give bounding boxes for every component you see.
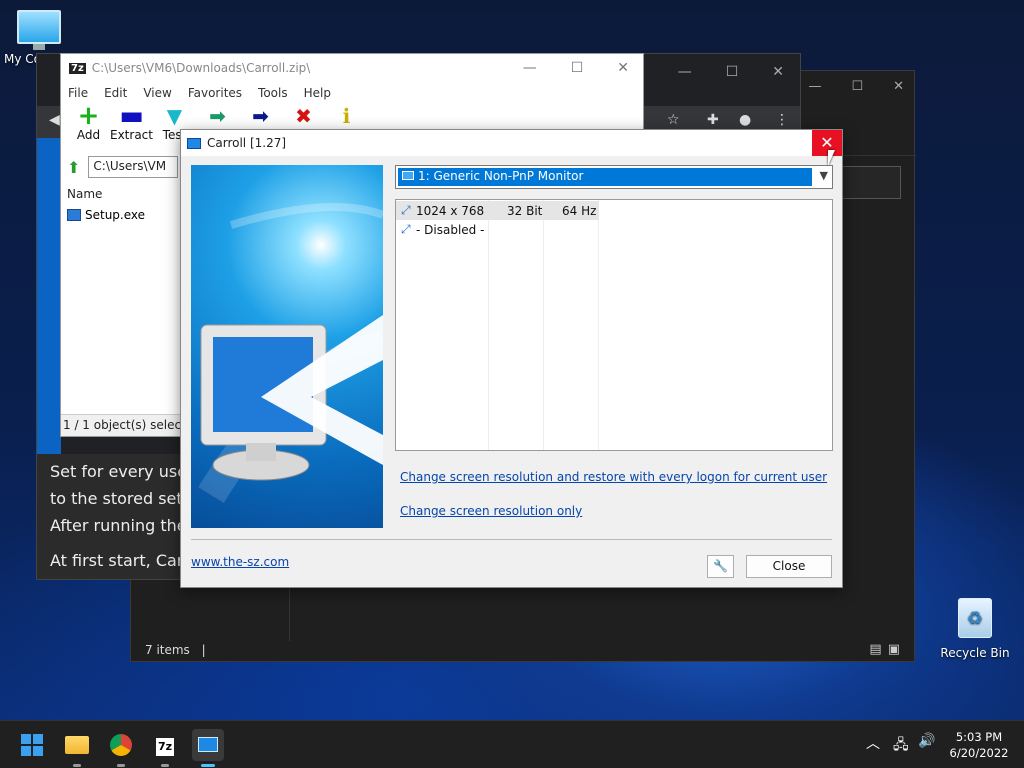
content-line: At first start, Carro [50,551,200,570]
monitor-select[interactable]: 1: Generic Non-PnP Monitor ▼ [395,165,833,189]
sevenzip-icon: 7z [155,738,175,756]
x-icon: ✖ [295,104,312,128]
carroll-dialog[interactable]: Carroll [1.27] ✕ 1: Generic Non-PnP Moni… [180,129,843,588]
window-title: Carroll [1.27] [207,136,287,150]
divider [191,539,832,540]
menu-view[interactable]: View [143,86,171,100]
monitor-icon [402,171,414,180]
clock[interactable]: 5:03 PM 6/20/2022 [944,729,1014,761]
profile-icon[interactable]: ● [739,112,751,128]
close-button[interactable]: Close [746,555,832,578]
close-icon[interactable]: ✕ [893,79,904,94]
arrow-right-blue-icon: ➡ [252,104,269,128]
menu-help[interactable]: Help [304,86,331,100]
view-toggle[interactable]: ▤▣ [869,642,906,657]
list-item[interactable]: ⤢ 1024 x 768 32 Bit 64 Hz [396,201,599,220]
volume-icon[interactable]: 🔊 [918,733,935,749]
check-icon: ▼ [166,104,183,128]
menu-edit[interactable]: Edit [104,86,127,100]
window-title: C:\Users\VM6\Downloads\Carroll.zip\ [91,61,311,75]
website-link[interactable]: www.the-sz.com [191,555,289,569]
taskbar-file-explorer[interactable] [61,729,93,767]
desktop-icon-label: Recycle Bin [940,646,1010,660]
carroll-monitor-icon [198,737,218,752]
carroll-app-icon [187,137,201,149]
column-header-name[interactable]: Name [67,187,102,201]
recycle-bin-icon: ♻ [958,598,992,638]
close-icon[interactable]: ✕ [772,64,784,80]
desktop-icon-recycle-bin[interactable]: ♻ Recycle Bin [940,598,1010,660]
list-item[interactable]: ⤢ - Disabled - [396,220,599,239]
monitor-banner-image [191,165,383,528]
resolution-list[interactable]: ⤢ 1024 x 768 32 Bit 64 Hz ⤢ - Disabled - [395,199,833,451]
sevenzip-logo-icon: 7z [69,62,86,74]
close-icon[interactable]: ✕ [812,130,842,156]
close-icon[interactable]: ✕ [617,60,629,76]
taskbar-chrome[interactable] [105,729,137,767]
title-bar: Carroll [1.27] [181,130,842,156]
minimize-icon[interactable]: — [808,79,821,94]
path-bar: ⬆ C:\Users\VM [67,156,179,178]
exe-file-icon [67,209,81,221]
mouse-cursor-icon [828,150,835,166]
taskbar-7zip[interactable]: 7z [149,729,181,767]
content-line: Set for every user [50,462,194,481]
folder-icon [65,736,89,754]
menu-file[interactable]: File [68,86,88,100]
clock-time: 5:03 PM [955,730,1003,744]
maximize-icon[interactable]: ☐ [851,79,863,94]
extract-button[interactable]: ▬ Extract [110,101,153,150]
menu-bar: File Edit View Favorites Tools Help [61,82,643,104]
folder-up-icon[interactable]: ⬆ [67,158,80,177]
chevron-down-icon[interactable]: ▼ [820,169,828,182]
maximize-icon[interactable]: ☐ [726,64,739,80]
link-change-and-restore[interactable]: Change screen resolution and restore wit… [400,470,827,484]
chrome-icon [110,734,132,756]
plus-icon: + [77,101,100,131]
taskbar: 7z ︿ 🖧 🔊 5:03 PM 6/20/2022 [0,720,1024,768]
menu-favorites[interactable]: Favorites [188,86,242,100]
tray-chevron-up-icon[interactable]: ︿ [866,733,880,753]
clock-date: 6/20/2022 [949,746,1009,760]
resize-icon: ⤢ [401,222,411,236]
menu-dots-icon[interactable]: ⋮ [775,112,789,128]
taskbar-carroll[interactable] [192,729,224,767]
add-button[interactable]: + Add [67,101,110,150]
list-item[interactable]: Setup.exe [67,208,145,222]
network-icon[interactable]: 🖧 [893,734,909,758]
minimize-icon[interactable]: — [523,60,537,76]
maximize-icon[interactable]: ☐ [571,60,584,76]
info-icon: ℹ [342,104,351,128]
wrench-icon: 🔧 [713,559,728,573]
link-change-only[interactable]: Change screen resolution only [400,504,582,518]
extensions-icon[interactable]: ✚ [707,112,719,128]
arrow-right-green-icon: ➡ [209,104,226,128]
back-icon[interactable]: ◀ [49,112,60,128]
path-input[interactable]: C:\Users\VM [88,156,179,178]
minimize-icon[interactable]: — [678,64,692,80]
settings-button[interactable]: 🔧 [707,555,734,578]
resize-icon: ⤢ [401,203,411,217]
monitor-icon [17,10,61,44]
minus-icon: ▬ [119,101,144,131]
content-line: to the stored setti [50,489,194,508]
status-item-count: 7 items [145,643,190,657]
start-button[interactable] [16,729,48,761]
menu-tools[interactable]: Tools [258,86,288,100]
content-line: After running the [50,516,187,535]
bookmark-star-icon[interactable]: ☆ [667,112,680,128]
